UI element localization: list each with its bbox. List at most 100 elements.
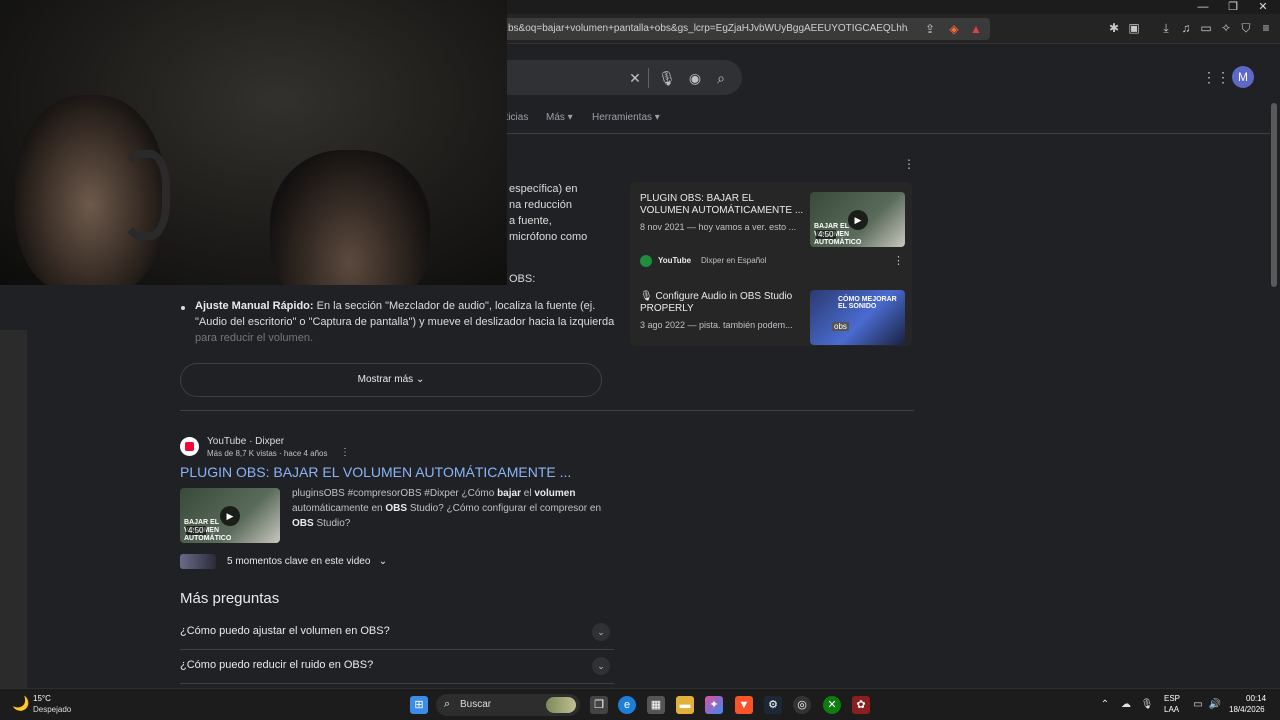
language-code[interactable]: ESP — [1164, 694, 1180, 703]
desc-text: Studio? — [313, 518, 351, 529]
search-icon: ⌕ — [444, 698, 451, 710]
address-bar[interactable]: bs&oq=bajar+volumen+pantalla+obs&gs_lcrp… — [500, 18, 990, 40]
result-description: pluginsOBS #compresorOBS #Dixper ¿Cómo b… — [292, 486, 612, 531]
brave-icon[interactable]: ▼ — [735, 696, 753, 714]
video-meta: 3 ago 2022 — pista. también podem... — [640, 320, 793, 330]
store-icon[interactable]: ▦ — [647, 696, 665, 714]
search-box[interactable]: ✕ 🎙 ◉ ⌕ — [480, 60, 742, 95]
search-highlight-icon — [546, 697, 576, 713]
more-options-icon[interactable]: ⋮ — [903, 157, 915, 171]
faq-item[interactable]: ¿Cómo puedo ajustar el volumen en OBS? ⌄ — [180, 616, 614, 650]
snippet-line: específica) en — [509, 183, 578, 195]
voice-search-icon[interactable]: 🎙 — [658, 69, 676, 87]
video-meta: 8 nov 2021 — hoy vamos a ver. esto ... — [640, 222, 797, 232]
tab-mas[interactable]: Más ▾ — [546, 112, 573, 123]
media-icon[interactable]: ♫ — [1178, 20, 1194, 36]
result-stats: Más de 8,7 K vistas · hace 4 años — [207, 449, 328, 458]
video-thumbnail[interactable]: BAJAR EL VOLUMEN AUTOMÁTICO ▶ 4:50 — [810, 192, 905, 247]
desc-bold: OBS — [385, 503, 408, 514]
onedrive-icon[interactable]: ☁ — [1119, 698, 1133, 712]
snippet-bullet: Ajuste Manual Rápido: En la sección "Mez… — [195, 298, 595, 314]
thumbnail-badge: obs — [832, 322, 849, 331]
screen: — ❐ ✕ bs&oq=bajar+volumen+pantalla+obs&g… — [0, 0, 1280, 720]
avatar[interactable]: M — [1232, 66, 1254, 88]
video-title-text: Configure Audio in OBS Studio PROPERLY — [640, 291, 793, 314]
snippet-line: micrófono como — [509, 231, 588, 243]
file-explorer-icon[interactable]: ▬ — [676, 696, 694, 714]
clear-search-icon[interactable]: ✕ — [626, 69, 644, 87]
result-title-link[interactable]: PLUGIN OBS: BAJAR EL VOLUMEN AUTOMÁTICAM… — [180, 464, 571, 480]
taskbar-search[interactable]: ⌕ Buscar — [436, 694, 580, 716]
desc-text: automáticamente en — [292, 503, 386, 514]
tab-herramientas-label: Herramientas — [592, 112, 653, 123]
copilot-icon[interactable]: ✦ — [705, 696, 723, 714]
result-thumbnail[interactable]: BAJAR EL VOLUMEN AUTOMÁTICO ▶ 4:50 — [180, 488, 280, 543]
task-view-icon[interactable]: ❐ — [590, 696, 608, 714]
result-source[interactable]: YouTube · Dixper — [207, 436, 284, 447]
youtube-logo-icon — [180, 437, 199, 456]
person-right — [270, 150, 430, 285]
vpn-icon[interactable]: ⛉ — [1238, 20, 1254, 36]
key-moments-label: 5 momentos clave en este video — [227, 556, 371, 567]
more-questions-heading: Más preguntas — [180, 590, 280, 607]
faq-item[interactable]: ¿Cómo puedo reducir el ruido en OBS? ⌄ — [180, 650, 614, 684]
search-icon[interactable]: ⌕ — [712, 69, 730, 87]
share-icon[interactable]: ⇪ — [922, 21, 938, 37]
clock-time[interactable]: 00:14 — [1246, 694, 1266, 703]
chevron-down-icon[interactable]: ⌄ — [592, 657, 610, 675]
snippet-bullet-line: para reducir el volumen. — [195, 332, 314, 344]
wallet-icon[interactable]: ▭ — [1198, 20, 1214, 36]
brave-shield-icon[interactable]: ◈ — [946, 21, 962, 37]
weather-desc: Despejado — [33, 705, 72, 714]
extensions-icon[interactable]: ✱ — [1106, 20, 1122, 36]
weather-moon-icon[interactable]: 🌙 — [12, 695, 29, 712]
chevron-up-icon[interactable]: ⌃ — [1098, 698, 1112, 712]
snippet-bullet-bold: Ajuste Manual Rápido: — [195, 300, 314, 312]
tab-mas-label: Más — [546, 112, 565, 123]
left-gutter — [0, 330, 27, 720]
video-title[interactable]: 🎙 Configure Audio in OBS Studio PROPERLY — [640, 291, 805, 315]
video-title[interactable]: PLUGIN OBS: BAJAR EL VOLUMEN AUTOMÁTICAM… — [640, 193, 805, 217]
video-thumbnail[interactable]: CÓMO MEJORAR EL SONIDO obs — [810, 290, 905, 345]
bullet-dot — [181, 306, 185, 310]
key-moments-toggle[interactable]: 5 momentos clave en este video ⌄ — [227, 556, 387, 567]
tab-herramientas[interactable]: Herramientas ▾ — [592, 112, 660, 123]
youtube-source-icon — [640, 255, 652, 267]
windows-start-icon[interactable]: ⊞ — [410, 696, 428, 714]
language-layout[interactable]: LAA — [1164, 705, 1179, 714]
show-more-button[interactable]: Mostrar más ⌄ — [180, 363, 602, 397]
taskbar-search-placeholder: Buscar — [460, 699, 492, 710]
brave-rewards-icon[interactable]: ▲ — [968, 21, 984, 37]
snippet-line: na reducción — [509, 199, 572, 211]
network-icon[interactable]: ▭ — [1191, 698, 1205, 712]
play-icon: ▶ — [220, 506, 240, 526]
steam-icon[interactable]: ⚙ — [764, 696, 782, 714]
video-panel: PLUGIN OBS: BAJAR EL VOLUMEN AUTOMÁTICAM… — [630, 182, 912, 346]
weather-temp[interactable]: 15°C — [33, 694, 51, 703]
desc-bold: OBS — [292, 518, 314, 529]
google-apps-icon[interactable]: ⋮⋮ — [1202, 69, 1230, 85]
close-icon[interactable]: ✕ — [1248, 0, 1278, 14]
minimize-icon[interactable]: — — [1188, 0, 1218, 14]
lens-search-icon[interactable]: ◉ — [686, 69, 704, 87]
sidebar-icon[interactable]: ▣ — [1126, 20, 1142, 36]
section-divider — [180, 410, 914, 411]
edge-icon[interactable]: e — [618, 696, 636, 714]
obs-icon[interactable]: ◎ — [793, 696, 811, 714]
chevron-down-icon[interactable]: ⌄ — [592, 623, 610, 641]
restore-icon[interactable]: ❐ — [1218, 0, 1248, 14]
download-icon[interactable]: ⤓ — [1158, 20, 1174, 36]
url-text: bs&oq=bajar+volumen+pantalla+obs&gs_lcrp… — [508, 23, 908, 34]
video-options-icon[interactable]: ⋮ — [893, 254, 904, 267]
app-icon[interactable]: ✿ — [852, 696, 870, 714]
desc-text: pluginsOBS #compresorOBS #Dixper ¿Cómo — [292, 488, 498, 499]
clock-date[interactable]: 18/4/2026 — [1229, 705, 1265, 714]
volume-icon[interactable]: 🔊 — [1208, 698, 1222, 712]
snippet-line: OBS: — [509, 273, 536, 285]
microphone-icon[interactable]: 🎙 — [1140, 698, 1154, 712]
xbox-icon[interactable]: ✕ — [823, 696, 841, 714]
leo-ai-icon[interactable]: ✧ — [1218, 20, 1234, 36]
page-scrollbar[interactable] — [1271, 103, 1277, 287]
menu-icon[interactable]: ≡ — [1258, 20, 1274, 36]
result-options-icon[interactable]: ⋮ — [340, 447, 350, 458]
